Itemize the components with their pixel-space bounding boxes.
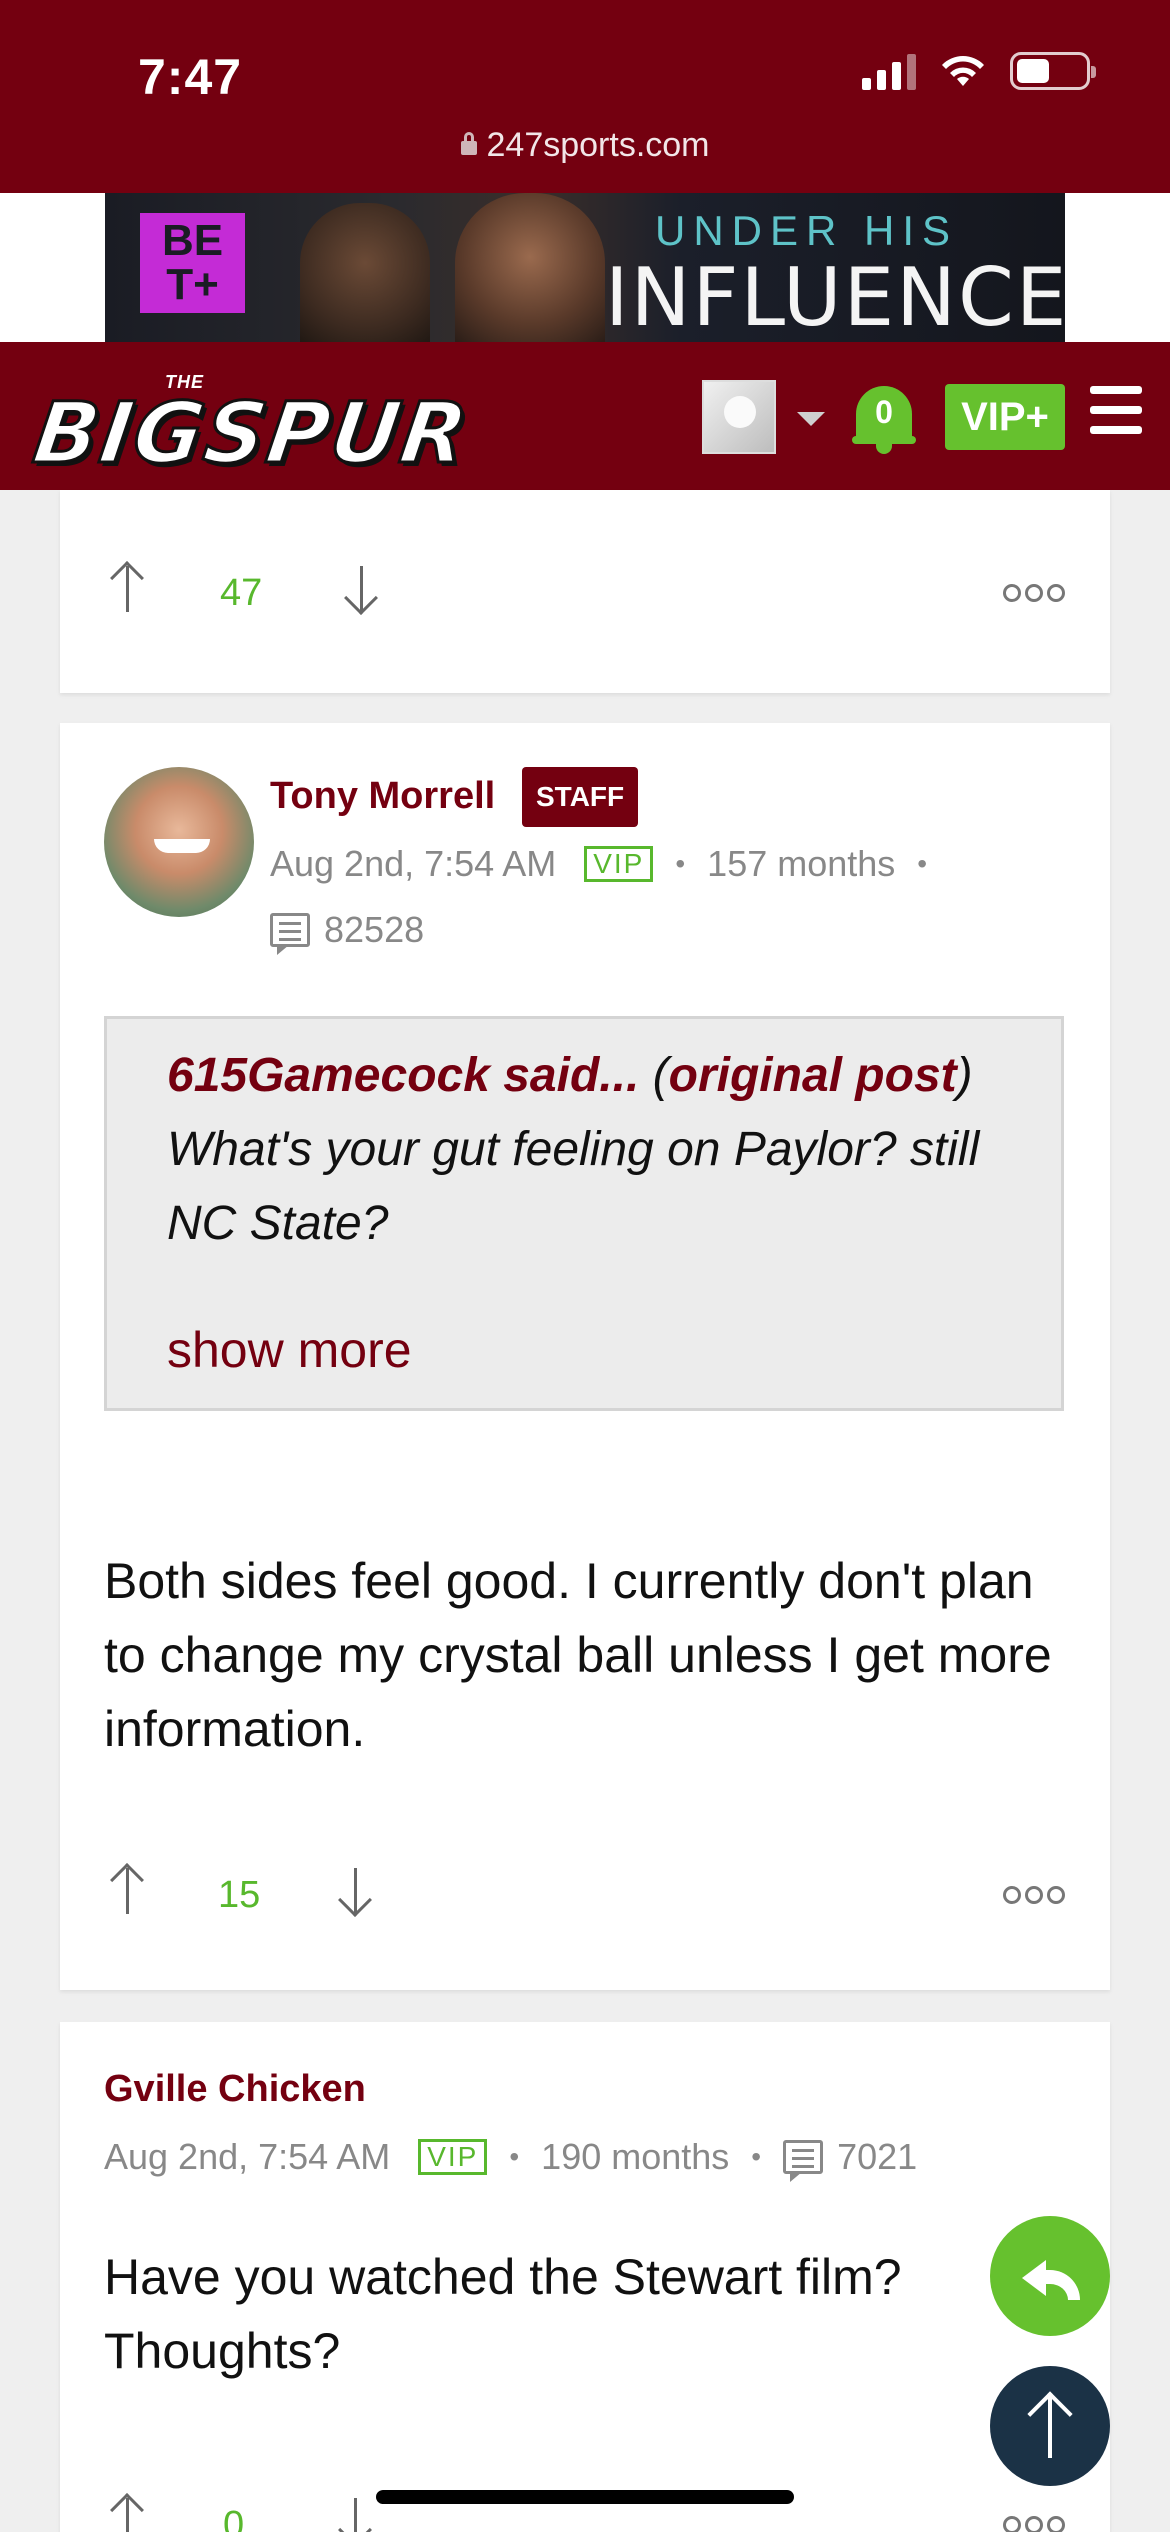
separator: • (751, 2141, 762, 2172)
vip-badge: VIP (418, 2139, 488, 2175)
signal-icon (862, 52, 916, 90)
post-count: 82528 (324, 909, 425, 950)
logo-text: BIGSPUR (27, 383, 477, 484)
member-tenure: 190 months (541, 2136, 730, 2177)
upvote-icon[interactable] (108, 2490, 148, 2532)
wifi-icon (942, 56, 984, 86)
downvote-icon[interactable] (342, 558, 382, 618)
separator: • (917, 848, 928, 879)
separator: • (509, 2141, 520, 2172)
comment-count-icon (270, 913, 310, 955)
downvote-icon[interactable] (336, 2490, 376, 2532)
post-meta: Aug 2nd, 7:54 AM VIP • 157 months • (270, 843, 949, 885)
post-card: Tony Morrell STAFF Aug 2nd, 7:54 AM VIP … (60, 723, 1110, 1990)
more-options-icon[interactable] (1003, 1886, 1065, 1904)
post-body: Have you watched the Stewart film? Thoug… (104, 2249, 902, 2379)
site-header: THE BIGSPUR 0 VIP+ (0, 342, 1170, 490)
ad-subtitle: UNDER HIS (655, 207, 959, 254)
post-card: 47 (60, 490, 1110, 693)
original-post-link[interactable]: original post (669, 1049, 957, 1102)
post-count: 7021 (837, 2136, 918, 2177)
vip-plus-button[interactable]: VIP+ (945, 384, 1065, 450)
status-icons (862, 52, 1096, 90)
post-date[interactable]: Aug 2nd, 7:54 AM (104, 2136, 390, 2178)
chevron-down-icon[interactable] (797, 412, 825, 426)
vote-count: 15 (218, 1874, 261, 1916)
browser-top-bar: 7:47 247sports.com (0, 0, 1170, 193)
author-avatar[interactable] (104, 767, 254, 917)
comment-count-icon (783, 2140, 824, 2182)
separator: • (675, 848, 686, 879)
post-count-row: 82528 (270, 909, 425, 955)
downvote-icon[interactable] (336, 1860, 376, 1920)
ad-title: INFLUENCE (605, 251, 1065, 342)
battery-icon (1010, 52, 1096, 90)
upvote-icon[interactable] (108, 1860, 148, 1920)
more-options-icon[interactable] (1003, 584, 1065, 602)
vote-row: 47 (60, 550, 1110, 630)
more-options-icon[interactable] (1003, 2516, 1065, 2532)
vote-count: 0 (223, 2504, 245, 2532)
post-body: Both sides feel good. I currently don't … (104, 1553, 1052, 1757)
notification-count: 0 (875, 394, 893, 430)
address-bar[interactable]: 247sports.com (0, 126, 1170, 165)
author-name[interactable]: Tony Morrell (270, 775, 495, 818)
vote-count: 47 (220, 572, 263, 614)
quoted-post: 615Gamecock said... (original post) What… (104, 1016, 1064, 1411)
post-card: Gville Chicken Aug 2nd, 7:54 AM VIP • 19… (60, 2022, 1110, 2532)
reply-icon (1022, 2256, 1080, 2300)
vote-row: 15 (60, 1858, 1110, 1938)
scroll-to-top-button[interactable] (990, 2366, 1110, 2486)
ad-image-person (455, 193, 605, 342)
quote-paren: ( (639, 1049, 669, 1102)
member-tenure: 157 months (707, 843, 896, 884)
reply-button[interactable] (990, 2216, 1110, 2336)
site-logo[interactable]: THE BIGSPUR (27, 362, 555, 484)
ad-logo: BE T+ (140, 213, 245, 313)
upvote-icon[interactable] (108, 558, 148, 618)
user-avatar[interactable] (702, 380, 776, 454)
quote-author[interactable]: 615Gamecock said... (167, 1049, 639, 1102)
post-meta: Aug 2nd, 7:54 AM VIP • 190 months • 7021 (104, 2136, 918, 2182)
quote-text: 615Gamecock said... (original post) What… (167, 1039, 987, 1261)
notification-bell-icon[interactable]: 0 (852, 378, 916, 458)
author-name[interactable]: Gville Chicken (104, 2068, 366, 2111)
staff-badge: STAFF (522, 767, 639, 827)
status-time: 7:47 (138, 49, 243, 105)
home-indicator[interactable] (376, 2490, 794, 2504)
vip-badge: VIP (584, 846, 654, 882)
post-date[interactable]: Aug 2nd, 7:54 AM (270, 843, 556, 885)
url-text: 247sports.com (486, 126, 710, 164)
ad-image-person (300, 203, 430, 342)
lock-icon (460, 132, 477, 155)
hamburger-menu-icon[interactable] (1090, 386, 1142, 442)
show-more-link[interactable]: show more (167, 1321, 412, 1379)
advertisement-banner[interactable]: BE T+ UNDER HIS INFLUENCE (105, 193, 1065, 342)
